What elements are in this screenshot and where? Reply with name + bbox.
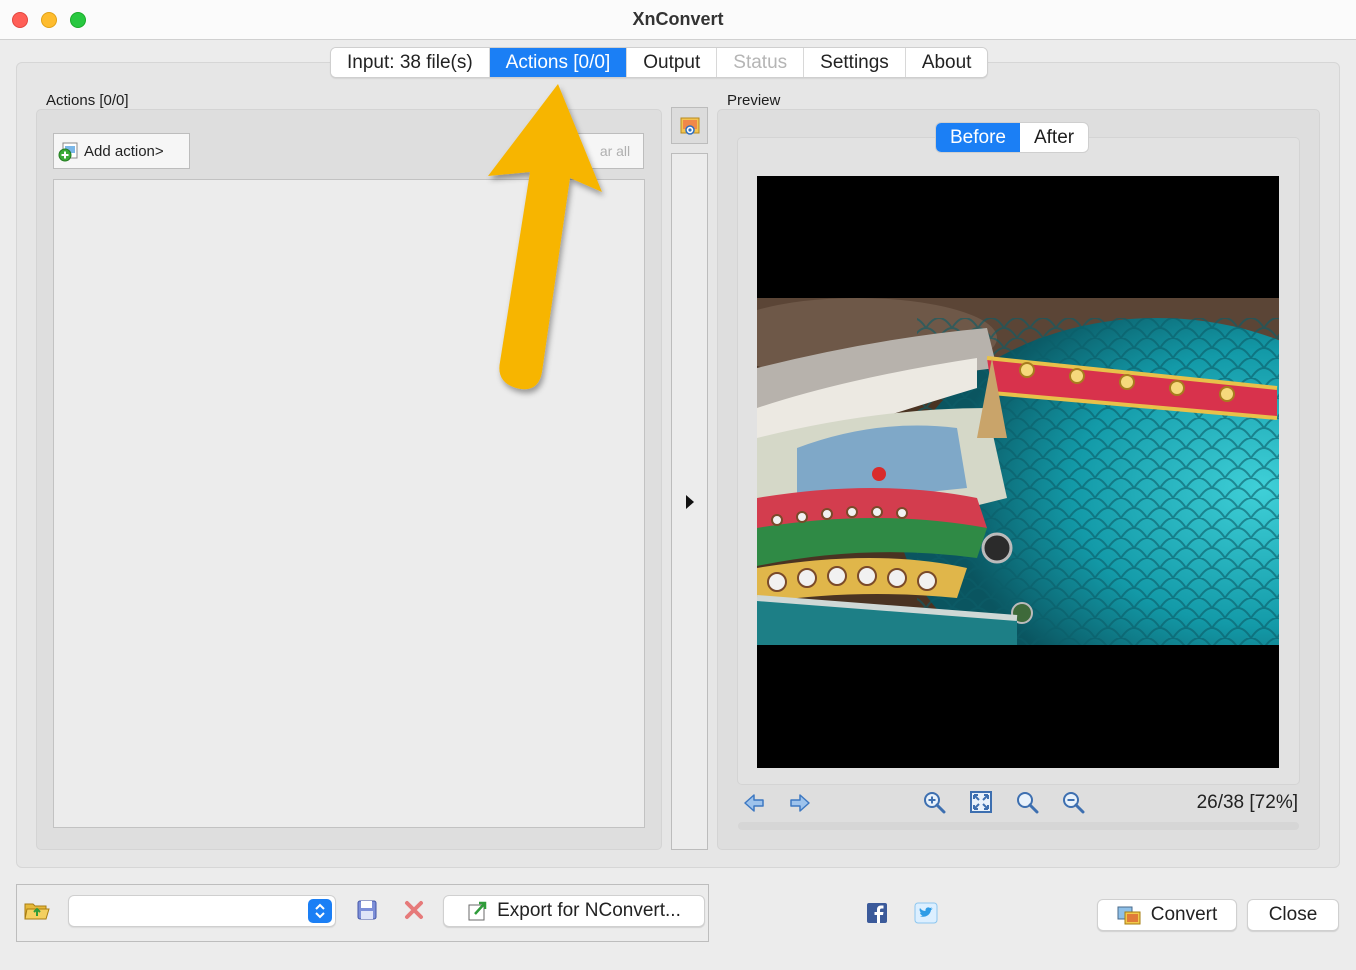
zoom-out-icon[interactable]: [1061, 790, 1085, 814]
preview-counter: 26/38 [72%]: [1196, 792, 1298, 813]
tab-settings[interactable]: Settings: [804, 48, 906, 77]
convert-button[interactable]: Convert: [1097, 899, 1237, 931]
before-after-toggle: Before After: [935, 122, 1090, 153]
zoom-actual-icon[interactable]: [1015, 790, 1039, 814]
add-action-icon: [58, 140, 80, 162]
add-action-label: Add action>: [84, 142, 164, 160]
delete-icon[interactable]: [403, 899, 425, 921]
before-toggle[interactable]: Before: [936, 123, 1020, 152]
main-tabs: Input: 38 file(s) Actions [0/0] Output S…: [330, 47, 989, 78]
facebook-icon[interactable]: [866, 902, 888, 924]
splitter-strip[interactable]: [671, 153, 708, 850]
tab-status: Status: [717, 48, 805, 77]
preview-label: Preview: [727, 92, 781, 109]
export-icon: [468, 901, 487, 921]
window-title: XnConvert: [632, 9, 724, 29]
folder-open-icon[interactable]: [24, 899, 50, 923]
save-icon[interactable]: [356, 899, 378, 921]
tab-output[interactable]: Output: [627, 48, 718, 77]
preview-scrollbar[interactable]: [738, 822, 1299, 830]
tab-input[interactable]: Input: 38 file(s): [331, 48, 490, 77]
close-label: Close: [1268, 904, 1318, 925]
preview-image-icon: [680, 117, 700, 135]
xnconvert-window: XnConvert Input: 38 file(s) Actions [0/0…: [0, 0, 1356, 970]
title-bar: XnConvert: [0, 0, 1356, 40]
convert-label: Convert: [1150, 904, 1218, 925]
expand-right-icon[interactable]: [684, 494, 696, 510]
add-action-button[interactable]: Add action>: [53, 133, 190, 169]
preview-image-button[interactable]: [671, 107, 708, 144]
fit-icon[interactable]: [969, 790, 993, 814]
annotation-arrow: [488, 84, 602, 390]
preview-photo: [757, 298, 1279, 645]
convert-icon: [1117, 906, 1141, 925]
prev-icon[interactable]: [743, 792, 765, 814]
tab-about[interactable]: About: [905, 48, 988, 77]
zoom-in-icon[interactable]: [922, 790, 946, 814]
tab-actions[interactable]: Actions [0/0]: [489, 48, 628, 77]
next-icon[interactable]: [789, 792, 811, 814]
after-toggle[interactable]: After: [1020, 123, 1088, 152]
preview-canvas[interactable]: [757, 176, 1279, 768]
actions-label: Actions [0/0]: [46, 92, 129, 109]
select-arrows-icon: [308, 899, 332, 923]
export-nconvert-button[interactable]: Export for NConvert...: [443, 895, 705, 927]
preset-select[interactable]: [68, 895, 336, 927]
export-nconvert-label: Export for NConvert...: [497, 900, 681, 921]
close-button[interactable]: Close: [1247, 899, 1339, 931]
twitter-icon[interactable]: [914, 902, 938, 924]
